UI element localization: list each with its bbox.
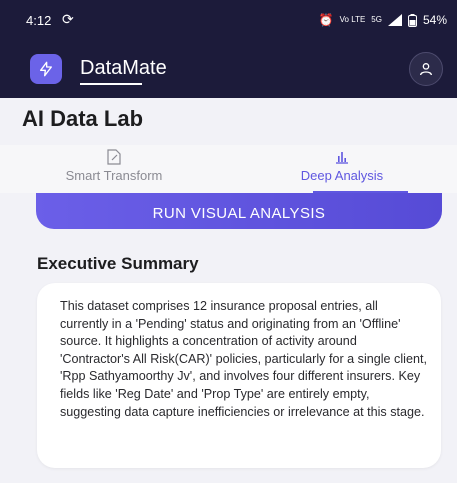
summary-title: Executive Summary [37, 254, 199, 273]
user-icon[interactable] [409, 52, 443, 86]
network-label: Vo LTE [339, 15, 366, 24]
tab-label: Deep Analysis [300, 168, 384, 183]
edit-document-icon [107, 149, 121, 165]
summary-text: This dataset comprises 12 insurance prop… [60, 299, 427, 419]
alarm-icon: ⏰ [318, 13, 334, 27]
signal-icon [387, 14, 402, 26]
page-title: AI Data Lab [22, 106, 144, 131]
bar-chart-icon [336, 152, 348, 164]
tab-smart-transform[interactable]: Smart Transform [0, 145, 228, 193]
status-bar: 4:12 ⟳ ⏰ Vo LTE 5G 54% [0, 0, 457, 40]
tab-label: Smart Transform [65, 168, 163, 183]
brand-underline [80, 83, 142, 85]
app-bar: DataMate [0, 40, 457, 98]
status-indicators: ⏰ Vo LTE 5G 54% [319, 13, 447, 27]
sync-icon: ⟳ [62, 11, 74, 27]
tab-deep-analysis[interactable]: Deep Analysis [228, 145, 456, 193]
tab-bar: Smart Transform Deep Analysis [0, 145, 457, 193]
lightning-icon[interactable] [30, 54, 62, 84]
summary-card: This dataset comprises 12 insurance prop… [37, 283, 441, 468]
app-brand: DataMate [80, 57, 167, 79]
signal-label: 5G [371, 15, 382, 24]
status-time: 4:12 [26, 13, 52, 28]
run-visual-analysis-button[interactable]: RUN VISUAL ANALYSIS [36, 193, 442, 229]
battery-icon [407, 13, 417, 27]
battery-level: 54% [422, 13, 447, 27]
